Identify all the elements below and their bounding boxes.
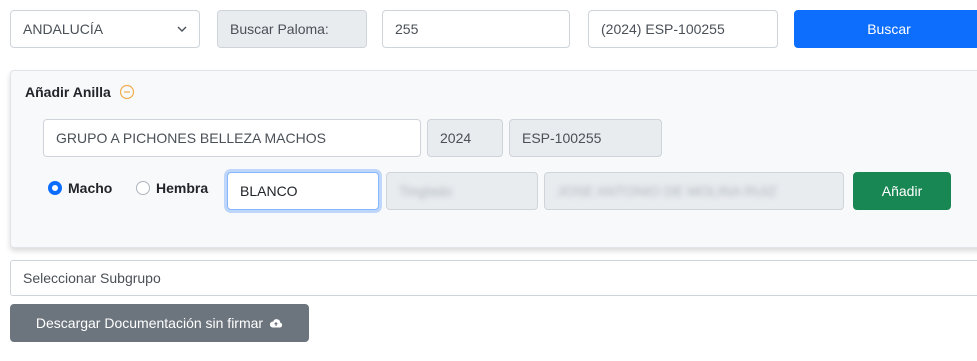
download-unsigned-button[interactable]: Descargar Documentación sin firmar (10, 304, 309, 342)
add-ring-card (10, 70, 977, 248)
group-input[interactable]: GRUPO A PICHONES BELLEZA MACHOS (43, 119, 421, 157)
cloud-upload-icon (269, 319, 283, 328)
region-select[interactable]: ANDALUCÍA (10, 10, 200, 48)
search-button[interactable]: Buscar (794, 10, 977, 48)
subgroup-select[interactable]: Seleccionar Subgrupo (10, 260, 977, 296)
ring-number-input[interactable]: 255 (382, 10, 570, 48)
color-input[interactable]: BLANCO (227, 172, 379, 210)
radio-macho[interactable]: Macho (48, 180, 112, 196)
add-ring-title: Añadir Anilla (25, 84, 135, 100)
radio-checked-icon[interactable] (48, 181, 62, 195)
radio-hembra[interactable]: Hembra (136, 180, 208, 196)
chevron-down-icon (177, 26, 187, 32)
ring-full-input[interactable]: (2024) ESP-100255 (588, 10, 778, 48)
collapse-toggle-icon[interactable] (119, 84, 135, 100)
ring-code-field: ESP-100255 (509, 119, 662, 157)
region-select-value: ANDALUCÍA (23, 21, 104, 37)
blurred-field-2: JOSE ANTONIO DE MOLINA RUIZ (544, 172, 844, 210)
add-button[interactable]: Añadir (853, 172, 951, 210)
search-pigeon-label: Buscar Paloma: (217, 10, 367, 48)
radio-unchecked-icon[interactable] (136, 181, 150, 195)
blurred-field-1: Tinglado (386, 172, 538, 210)
year-field: 2024 (427, 119, 503, 157)
